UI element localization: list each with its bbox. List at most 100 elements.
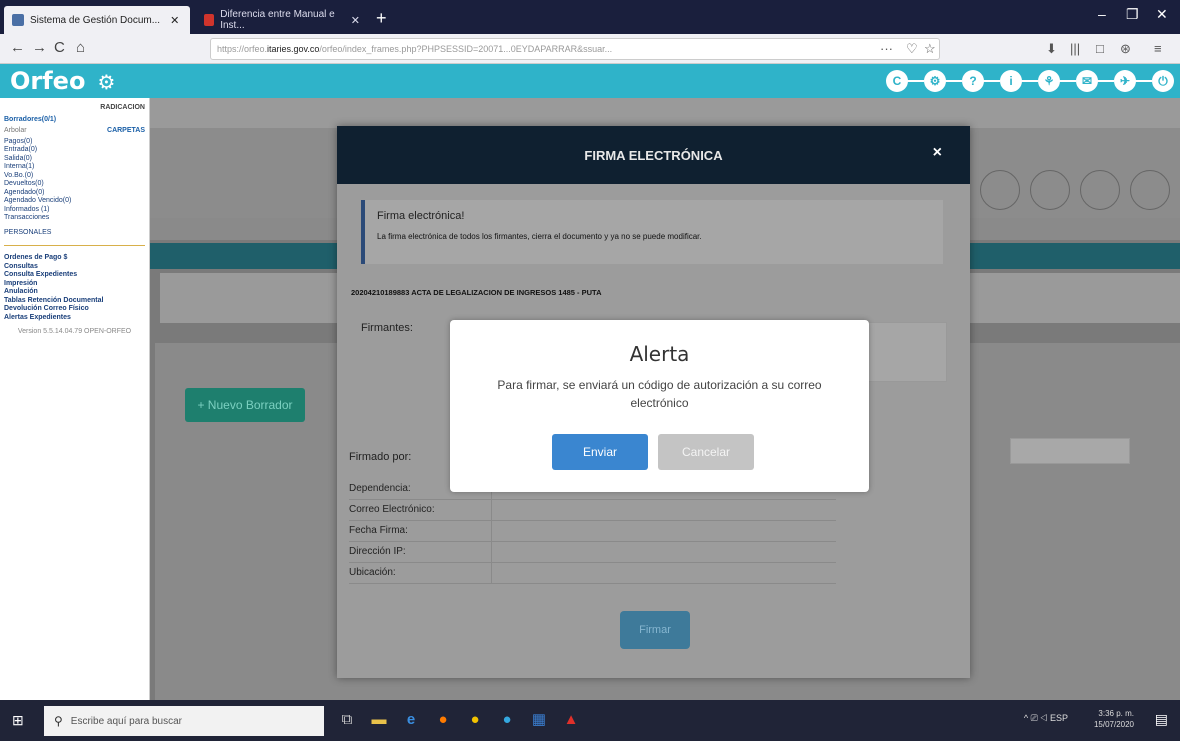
sidebar-item-consulta-expedientes[interactable]: Consulta Expedientes <box>4 271 145 280</box>
logo-text: Orfeo <box>10 67 86 95</box>
url-prefix: https://orfeo. <box>217 44 268 54</box>
borradores-link[interactable]: Borradores(0/1) <box>4 116 145 125</box>
sidebar-item-salida[interactable]: Salida(0) <box>4 155 145 164</box>
app-icon[interactable]: ● <box>496 710 518 730</box>
pdf-reader-icon[interactable]: ▲ <box>560 710 582 730</box>
browser-nav-bar: ← → C ⌂ https://orfeo. itaries.gov.co /o… <box>0 34 1180 64</box>
taskbar-search-input[interactable]: ⚲ Escribe aquí para buscar <box>44 706 324 736</box>
url-domain: itaries.gov.co <box>267 44 320 54</box>
refresh-icon[interactable]: C <box>886 70 908 92</box>
back-icon[interactable]: ← <box>10 39 25 56</box>
bg-step-circle <box>1080 170 1120 210</box>
reload-icon[interactable]: C <box>54 39 65 56</box>
firmar-button[interactable]: Firmar <box>620 611 690 649</box>
arbol-link[interactable]: Arbolar <box>4 127 27 136</box>
url-rest: /orfeo/index_frames.php?PHPSESSID=20071.… <box>319 44 613 54</box>
browser-tab-manual[interactable]: Diferencia entre Manual e Inst... ✕ <box>196 6 368 34</box>
config-icon[interactable]: ⚙ <box>906 70 946 92</box>
field-label: Fecha Firma: <box>349 520 491 542</box>
table-row: Correo Electrónico: <box>349 499 836 521</box>
bg-header-strip <box>150 98 1180 128</box>
new-tab-button[interactable]: + <box>376 8 387 28</box>
radicacion-link[interactable]: RADICACION <box>4 104 145 113</box>
info-icon[interactable]: i <box>982 70 1022 92</box>
send-button[interactable]: Enviar <box>552 434 648 470</box>
sidebar-item-devolucion-correo[interactable]: Devolución Correo Físico <box>4 305 145 314</box>
sidebar-toggle-icon[interactable]: □ <box>1096 41 1104 56</box>
sidebar-item-alertas-expedientes[interactable]: Alertas Expedientes <box>4 314 145 323</box>
download-icon[interactable]: ⬇ <box>1046 41 1057 57</box>
help-icon[interactable]: ? <box>944 70 984 92</box>
close-tab-icon[interactable]: ✕ <box>170 14 179 27</box>
notifications-icon[interactable]: ▤ <box>1155 711 1168 728</box>
field-label: Ubicación: <box>349 562 491 584</box>
modal-title: FIRMA ELECTRÓNICA <box>584 147 723 163</box>
clock-date: 15/07/2020 <box>1093 720 1134 729</box>
bg-step-circle <box>980 170 1020 210</box>
field-value <box>490 541 836 563</box>
sidebar-item-impresion[interactable]: Impresión <box>4 280 145 289</box>
store-icon[interactable]: ▦ <box>528 710 550 730</box>
sidebar-item-pagos[interactable]: Pagos(0) <box>4 138 145 147</box>
edge-browser-icon[interactable]: e <box>400 710 422 730</box>
modal-close-icon[interactable]: × <box>933 144 942 162</box>
account-icon[interactable]: ⊛ <box>1120 41 1131 57</box>
sidebar-item-vobo[interactable]: Vo.Bo.(0) <box>4 172 145 181</box>
sidebar-item-interna[interactable]: Interna(1) <box>4 163 145 172</box>
sidebar-item-agendado[interactable]: Agendado(0) <box>4 189 145 198</box>
browser-tab-orfeo[interactable]: Sistema de Gestión Docum... ✕ <box>4 6 190 34</box>
search-icon: ⚲ <box>54 714 63 728</box>
settings-gear-icon[interactable]: ⚙ <box>97 70 115 94</box>
minimize-icon[interactable]: – <box>1098 6 1106 22</box>
forward-icon[interactable]: → <box>32 39 47 56</box>
orfeo-logo: Orfeo ⚙ <box>10 67 115 95</box>
firmado-por-label: Firmado por: <box>349 451 412 463</box>
chrome-icon[interactable]: ● <box>464 710 486 730</box>
sidebar-item-devueltos[interactable]: Devueltos(0) <box>4 180 145 189</box>
header-icon-strip: C ⚙ ? i ⚘ ✉ ✈ ⏻ <box>870 70 1174 92</box>
orfeo-header: Orfeo ⚙ C ⚙ ? i ⚘ ✉ ✈ ⏻ <box>0 64 1180 98</box>
sidebar-item-tablas-retencion[interactable]: Tablas Retención Documental <box>4 297 145 306</box>
clock[interactable]: 3:36 p. m. 15/07/2020 <box>1094 708 1134 730</box>
cancel-button[interactable]: Cancelar <box>658 434 754 470</box>
clock-time: 3:36 p. m. <box>1098 709 1134 718</box>
bookmark-star-icon[interactable]: ☆ <box>924 41 936 57</box>
tab-label: Sistema de Gestión Docum... <box>30 14 161 26</box>
sidebar-item-agendado-vencido[interactable]: Agendado Vencido(0) <box>4 197 145 206</box>
file-explorer-icon[interactable]: ▬ <box>368 710 390 730</box>
menu-icon[interactable]: ≡ <box>1154 41 1162 56</box>
url-bar[interactable]: https://orfeo. itaries.gov.co /orfeo/ind… <box>210 38 940 60</box>
language-indicator[interactable]: ESP <box>1050 713 1068 723</box>
table-row: Fecha Firma: <box>349 520 836 542</box>
sidebar-item-personales[interactable]: PERSONALES <box>4 229 145 238</box>
task-view-icon[interactable]: ⧉ <box>336 710 358 730</box>
sidebar-divider <box>4 245 145 246</box>
sidebar-item-entrada[interactable]: Entrada(0) <box>4 146 145 155</box>
sidebar-item-consultas[interactable]: Consultas <box>4 263 145 272</box>
close-window-icon[interactable]: ✕ <box>1156 6 1168 23</box>
sidebar-item-anulacion[interactable]: Anulación <box>4 288 145 297</box>
pocket-icon[interactable]: ♡ <box>906 41 918 57</box>
logout-icon[interactable]: ⏻ <box>1134 70 1174 92</box>
sidebar-item-informados[interactable]: Informados (1) <box>4 206 145 215</box>
stats-icon[interactable]: ⚘ <box>1020 70 1060 92</box>
sidebar-item-ordenes-pago[interactable]: Ordenes de Pago $ <box>4 254 145 263</box>
maximize-icon[interactable]: ❐ <box>1126 6 1139 23</box>
mail-icon[interactable]: ✉ <box>1058 70 1098 92</box>
send-icon[interactable]: ✈ <box>1096 70 1136 92</box>
table-row: Dirección IP: <box>349 541 836 563</box>
firefox-icon[interactable]: ● <box>432 710 454 730</box>
left-sidebar: RADICACION Borradores(0/1) Arbolar CARPE… <box>0 98 150 700</box>
taskbar-search-placeholder: Escribe aquí para buscar <box>70 715 182 727</box>
sidebar-item-transacciones[interactable]: Transacciones <box>4 214 145 223</box>
carpetas-link[interactable]: CARPETAS <box>107 127 145 136</box>
home-icon[interactable]: ⌂ <box>76 39 85 56</box>
system-tray-icons[interactable]: ^ ⎚ ◁ ESP <box>1024 713 1068 724</box>
info-text: La firma electrónica de todos los firman… <box>377 232 702 241</box>
close-tab-icon[interactable]: ✕ <box>351 14 360 27</box>
page-actions-icon[interactable]: ··· <box>880 41 893 56</box>
library-icon[interactable]: ||| <box>1070 41 1080 56</box>
table-row: Ubicación: <box>349 562 836 584</box>
windows-start-icon[interactable]: ⊞ <box>12 712 24 729</box>
new-draft-button: + Nuevo Borrador <box>185 388 305 422</box>
